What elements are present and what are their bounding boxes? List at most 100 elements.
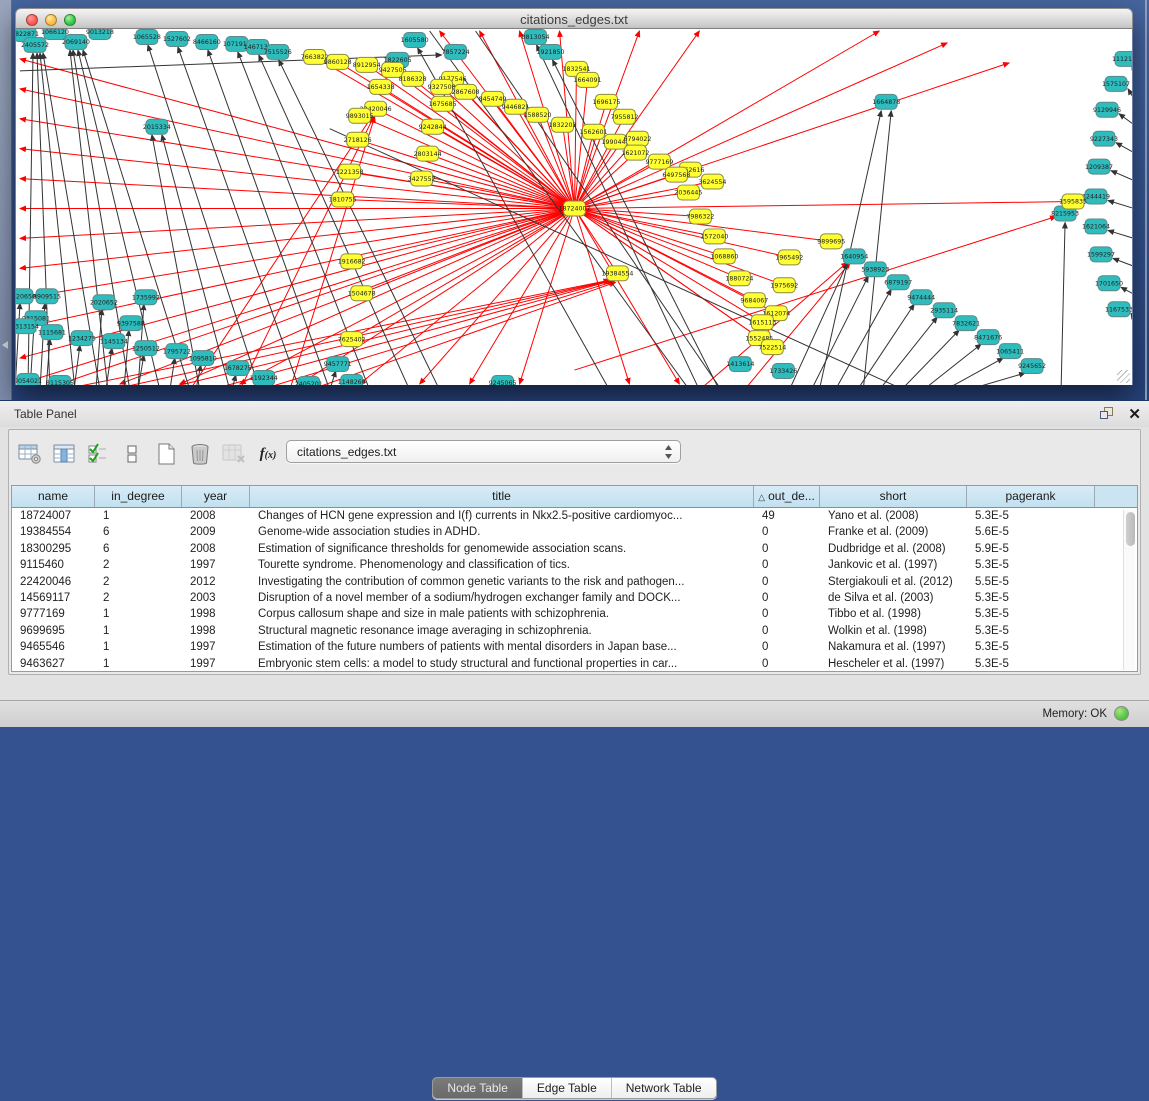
graph-node[interactable]: 1599297 bbox=[1087, 247, 1115, 262]
citation-edge-black[interactable] bbox=[1108, 230, 1132, 238]
graph-node[interactable]: 1413614 bbox=[726, 357, 754, 372]
citation-edge-red[interactable] bbox=[180, 208, 575, 384]
graph-node[interactable]: 1504678 bbox=[348, 286, 376, 301]
graph-node[interactable]: 1250512 bbox=[132, 341, 160, 356]
graph-node[interactable]: 2015334 bbox=[143, 119, 171, 134]
graph-node[interactable]: 7955812 bbox=[610, 109, 638, 124]
citation-edge-red[interactable] bbox=[574, 208, 789, 257]
graph-node[interactable]: 9054021 bbox=[16, 374, 42, 385]
tab-edge-table[interactable]: Edge Table bbox=[523, 1078, 612, 1098]
graph-node[interactable]: 9227343 bbox=[1090, 131, 1118, 146]
graph-node[interactable]: 1234275 bbox=[68, 331, 96, 346]
graph-node[interactable]: 1664091 bbox=[574, 72, 602, 87]
graph-node[interactable]: 1664878 bbox=[872, 94, 900, 109]
float-panel-icon[interactable] bbox=[1100, 407, 1115, 421]
citation-edge-black[interactable] bbox=[1121, 287, 1132, 294]
graph-node[interactable]: 1640954 bbox=[840, 249, 868, 264]
graph-node[interactable]: 7857224 bbox=[442, 44, 470, 59]
new-table-icon[interactable] bbox=[151, 439, 181, 469]
graph-node[interactable]: 1148260 bbox=[338, 375, 366, 385]
graph-node[interactable]: 9313154 bbox=[16, 319, 39, 334]
graph-node[interactable]: 1112104 bbox=[1112, 51, 1132, 66]
graph-node[interactable]: 9245065 bbox=[489, 376, 517, 385]
delete-icon[interactable] bbox=[185, 439, 215, 469]
citation-edge-black[interactable] bbox=[879, 317, 937, 385]
graph-node[interactable]: 2718126 bbox=[344, 132, 372, 147]
graph-node[interactable]: 9129946 bbox=[1093, 102, 1121, 117]
column-header-in_degree[interactable]: in_degree bbox=[95, 486, 182, 507]
citation-edge-red[interactable] bbox=[574, 208, 762, 322]
table-row[interactable]: 977716911998Corpus callosum shape and si… bbox=[12, 606, 1137, 622]
citation-edge-black[interactable] bbox=[1119, 114, 1132, 125]
citation-edge-black[interactable] bbox=[835, 289, 891, 385]
citation-edge-black[interactable] bbox=[901, 330, 959, 385]
graph-node[interactable]: 1615113 bbox=[748, 315, 776, 330]
citation-edge-black[interactable] bbox=[96, 309, 102, 385]
citation-edge-red[interactable] bbox=[574, 153, 635, 209]
citation-edge-red[interactable] bbox=[20, 59, 575, 209]
citation-edge-black[interactable] bbox=[1061, 222, 1065, 385]
graph-node[interactable]: 1605580 bbox=[401, 32, 429, 47]
citation-network-graph[interactable]: 1822871106612090132182405572206914010655… bbox=[16, 29, 1132, 385]
graph-node[interactable]: 9474444 bbox=[907, 290, 935, 305]
citation-edge-red[interactable] bbox=[574, 132, 593, 209]
graph-node[interactable]: 1965492 bbox=[775, 250, 803, 265]
graph-node[interactable]: 1562601 bbox=[580, 124, 608, 139]
graph-node[interactable]: 7986322 bbox=[686, 209, 714, 224]
graph-node[interactable]: 1621064 bbox=[1082, 219, 1110, 234]
citation-edge-black[interactable] bbox=[1108, 201, 1132, 209]
citation-edge-black[interactable] bbox=[170, 358, 175, 385]
citation-edge-black[interactable] bbox=[1128, 89, 1132, 99]
table-row[interactable]: 1456911722003Disruption of a novel membe… bbox=[12, 590, 1137, 606]
citation-edge-red[interactable] bbox=[360, 208, 575, 384]
column-header-year[interactable]: year bbox=[182, 486, 250, 507]
table-row[interactable]: 1830029562008Estimation of significance … bbox=[12, 541, 1137, 557]
graph-node[interactable]: 8912954 bbox=[353, 57, 381, 72]
column-header-name[interactable]: name bbox=[12, 486, 95, 507]
row-height-icon[interactable] bbox=[117, 439, 147, 469]
close-panel-icon[interactable]: ✕ bbox=[1128, 405, 1141, 423]
column-header-short[interactable]: short bbox=[820, 486, 967, 507]
citation-edge-red[interactable] bbox=[360, 116, 575, 209]
graph-node[interactable]: 9245652 bbox=[1018, 359, 1046, 374]
graph-node[interactable]: 1065411 bbox=[996, 344, 1024, 359]
citation-edge-black[interactable] bbox=[811, 276, 868, 385]
graph-node[interactable]: 1810755 bbox=[329, 192, 357, 207]
citation-edge-black[interactable] bbox=[28, 53, 33, 385]
citation-edge-red[interactable] bbox=[376, 109, 575, 209]
citation-edge-black[interactable] bbox=[1113, 258, 1132, 266]
graph-node[interactable]: 8466160 bbox=[193, 34, 221, 49]
graph-node[interactable]: 9684067 bbox=[740, 293, 768, 308]
graph-node[interactable]: 6497568 bbox=[662, 167, 690, 182]
function-builder-icon[interactable]: f(x) bbox=[253, 439, 283, 469]
graph-node[interactable]: 1916682 bbox=[338, 254, 366, 269]
graph-node[interactable]: 1678275 bbox=[224, 361, 252, 376]
graph-node[interactable]: 1115681 bbox=[38, 325, 66, 340]
graph-node[interactable]: 7515526 bbox=[264, 44, 292, 59]
graph-node[interactable]: 1921850 bbox=[537, 44, 565, 59]
table-row[interactable]: 1938455462009Genome-wide association stu… bbox=[12, 524, 1137, 540]
graph-node[interactable]: 2935114 bbox=[930, 303, 958, 318]
table-vertical-scrollbar[interactable] bbox=[1123, 510, 1135, 670]
graph-node[interactable]: 6879197 bbox=[884, 275, 912, 290]
graph-node[interactable]: 8813054 bbox=[522, 29, 550, 44]
citation-edge-black[interactable] bbox=[330, 129, 904, 385]
table-row[interactable]: 969969511998Structural magnetic resonanc… bbox=[12, 623, 1137, 639]
graph-node[interactable]: 8115305 bbox=[46, 376, 74, 385]
graph-node[interactable]: 7625402 bbox=[338, 332, 366, 347]
graph-node[interactable]: 1572040 bbox=[700, 229, 728, 244]
network-canvas[interactable]: 1822871106612090132182405572206914010655… bbox=[15, 29, 1133, 385]
graph-node[interactable]: 1880724 bbox=[725, 271, 753, 286]
graph-node[interactable]: 2803144 bbox=[414, 146, 442, 161]
graph-node[interactable]: 1735992 bbox=[132, 290, 160, 305]
table-selector-dropdown[interactable]: citations_edges.txt bbox=[286, 440, 681, 463]
citation-edge-red[interactable] bbox=[240, 208, 575, 384]
graph-node[interactable]: 7522514 bbox=[758, 340, 786, 355]
citation-edge-red[interactable] bbox=[574, 43, 947, 209]
graph-node[interactable]: 1675685 bbox=[429, 96, 457, 111]
column-header-title[interactable]: title bbox=[250, 486, 754, 507]
graph-node[interactable]: 19384554 bbox=[601, 266, 633, 281]
graph-node[interactable]: 9013218 bbox=[86, 29, 114, 39]
citation-edge-black[interactable] bbox=[967, 373, 1025, 385]
graph-node[interactable]: 9397588 bbox=[117, 316, 145, 331]
